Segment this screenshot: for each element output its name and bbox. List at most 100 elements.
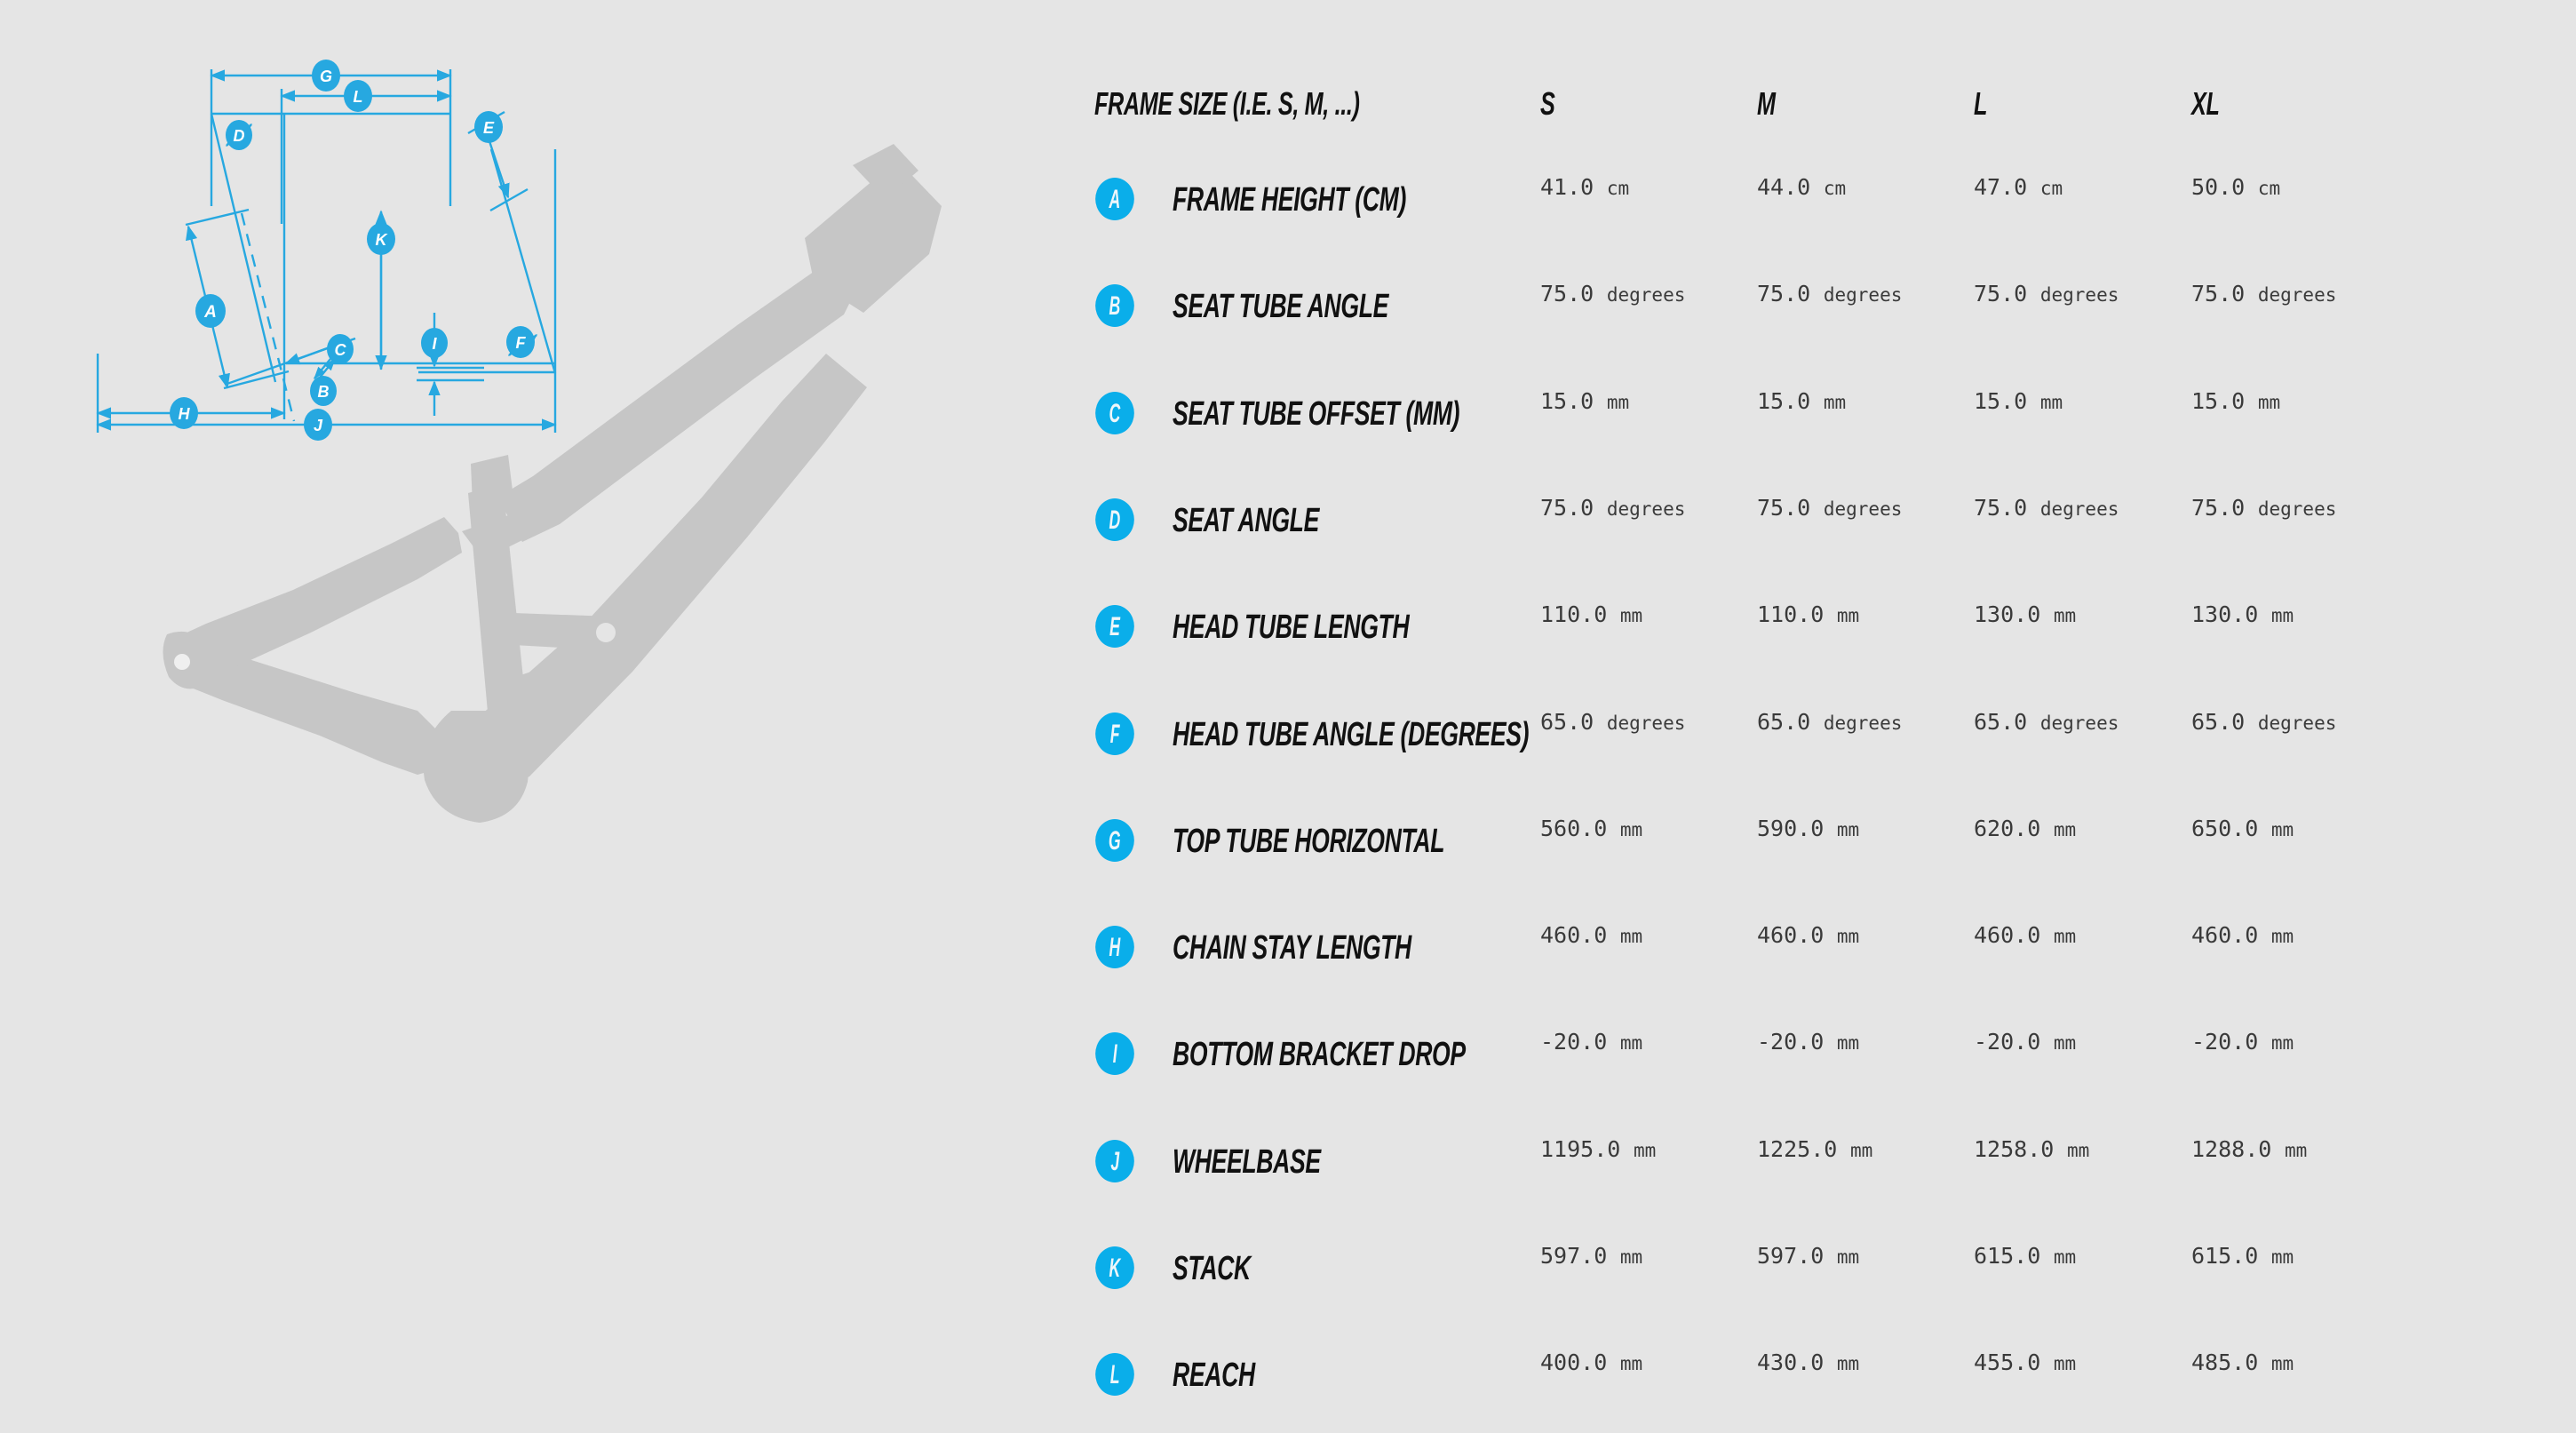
cell-value: -20.0 [2191, 1029, 2259, 1055]
cell-value: 75.0 [2191, 494, 2246, 521]
cell-unit: mm [1622, 1139, 1657, 1161]
cell-value: -20.0 [1974, 1029, 2041, 1055]
callout-letter-h: H [179, 405, 191, 423]
cell-unit: mm [2260, 818, 2294, 840]
callout-letter-c: C [335, 341, 347, 359]
cell-value: 41.0 [1540, 174, 1594, 200]
table-row: F HEAD TUBE ANGLE (DEGREES) 65.0 degrees 65… [1094, 693, 2576, 792]
cell-unit: mm [1609, 1032, 1643, 1055]
cell-d-l: 75.0 degrees [1974, 495, 2119, 521]
ext-line-e-bottom [489, 187, 529, 212]
callout-letter-g: G [320, 68, 332, 85]
cell-unit: degrees [2246, 284, 2337, 307]
cell-value: 75.0 [1540, 494, 1594, 521]
row-label-e: HEAD TUBE LENGTH [1173, 609, 1410, 647]
cell-l-xl: 485.0 mm [2191, 1349, 2294, 1375]
cell-e-s: 110.0 mm [1540, 601, 1642, 627]
cell-value: 597.0 [1540, 1243, 1608, 1269]
callout-letter-b: B [318, 383, 330, 401]
row-badge-letter: A [1109, 185, 1121, 214]
cell-unit: mm [1825, 818, 1860, 840]
cell-value: 560.0 [1540, 815, 1608, 841]
cell-value: 1258.0 [1974, 1135, 2055, 1162]
cell-unit: mm [2042, 1353, 2077, 1375]
cell-c-xl: 15.0 mm [2191, 388, 2280, 414]
callout-badge-g: G [312, 60, 340, 92]
callout-letter-j: J [314, 417, 323, 434]
callout-letter-d: D [234, 127, 245, 145]
row-badge-i: I [1095, 1032, 1134, 1076]
cell-value: 75.0 [1540, 281, 1594, 307]
cell-value: 110.0 [1757, 601, 1825, 628]
cell-value: 75.0 [2191, 281, 2246, 307]
row-label-c: SEAT TUBE OFFSET (MM) [1173, 394, 1460, 433]
cell-value: -20.0 [1757, 1029, 1825, 1055]
cell-h-s: 460.0 mm [1540, 922, 1642, 948]
cell-value: 47.0 [1974, 174, 2028, 200]
cell-l-l: 455.0 mm [1974, 1349, 2076, 1375]
cell-unit: mm [1609, 818, 1643, 840]
cell-value: 455.0 [1974, 1349, 2041, 1376]
table-row: B SEAT TUBE ANGLE 75.0 degrees 75.0 degrees… [1094, 265, 2576, 364]
cell-d-m: 75.0 degrees [1757, 495, 1902, 521]
row-badge-b: B [1095, 284, 1134, 328]
table-row: C SEAT TUBE OFFSET (MM) 15.0 mm 15.0 mm 15.0… [1094, 372, 2576, 472]
cell-value: 15.0 [1757, 387, 1811, 414]
callout-badge-e: E [474, 111, 503, 143]
cell-g-xl: 650.0 mm [2191, 816, 2294, 841]
row-badge-letter: G [1109, 825, 1121, 856]
cell-unit: mm [2260, 1353, 2294, 1375]
cell-unit: degrees [1595, 712, 1686, 734]
row-badge-letter: H [1109, 933, 1121, 963]
callout-letter-k: K [376, 231, 389, 249]
cell-value: 1225.0 [1757, 1135, 1838, 1162]
callout-badge-i: I [421, 328, 448, 358]
table-row: D SEAT ANGLE 75.0 degrees 75.0 degrees 75.0 … [1094, 479, 2576, 578]
cell-unit: mm [2246, 391, 2281, 413]
cell-unit: mm [2260, 1032, 2294, 1055]
cell-g-l: 620.0 mm [1974, 816, 2076, 841]
cell-value: 50.0 [2191, 174, 2246, 200]
cell-k-s: 597.0 mm [1540, 1243, 1642, 1269]
cell-unit: mm [1825, 926, 1860, 948]
row-badge-letter: L [1109, 1360, 1120, 1390]
cell-unit: degrees [1812, 498, 1903, 520]
cell-unit: mm [1609, 926, 1643, 948]
cell-h-xl: 460.0 mm [2191, 922, 2294, 948]
cell-unit: mm [1609, 605, 1643, 627]
geometry-chart-page: A B C D E F G H I J K L FRAME SIZE (I.E.… [0, 0, 2576, 1421]
cell-value: 75.0 [1974, 494, 2028, 521]
column-header-l: L [1974, 85, 1988, 122]
row-badge-a: A [1095, 178, 1134, 220]
frame-geometry-diagram: A B C D E F G H I J K L [0, 0, 1057, 1421]
cell-value: 460.0 [1757, 922, 1825, 949]
cell-value: 110.0 [1540, 601, 1608, 628]
table-row: K STACK 597.0 mm 597.0 mm 615.0 mm 615.0 mm [1094, 1227, 2576, 1326]
cell-unit: mm [1609, 1353, 1643, 1375]
cell-unit: mm [2042, 926, 2077, 948]
cell-value: 597.0 [1757, 1243, 1825, 1269]
table-row: G TOP TUBE HORIZONTAL 560.0 mm 590.0 mm 620.… [1094, 800, 2576, 899]
row-badge-g: G [1095, 818, 1134, 862]
cell-g-m: 590.0 mm [1757, 816, 1859, 841]
cell-value: 485.0 [2191, 1349, 2259, 1376]
cell-value: 620.0 [1974, 815, 2041, 841]
cell-h-m: 460.0 mm [1757, 922, 1859, 948]
cell-unit: mm [1839, 1139, 1873, 1161]
row-badge-e: E [1095, 605, 1134, 649]
cell-f-m: 65.0 degrees [1757, 709, 1902, 735]
column-header-xl: XL [2191, 85, 2220, 122]
cell-unit: cm [2246, 178, 2281, 199]
cell-l-m: 430.0 mm [1757, 1349, 1859, 1375]
cell-value: 590.0 [1757, 815, 1825, 841]
cell-unit: mm [1609, 1246, 1643, 1268]
cell-unit: degrees [1812, 712, 1903, 734]
cell-value: 400.0 [1540, 1349, 1608, 1376]
callout-letter-l: L [354, 88, 363, 106]
cell-value: 615.0 [1974, 1243, 2041, 1269]
cell-value: 65.0 [2191, 708, 2246, 735]
callout-badge-h: H [170, 397, 198, 429]
cell-b-s: 75.0 degrees [1540, 281, 1685, 307]
cell-b-xl: 75.0 degrees [2191, 281, 2336, 307]
cell-unit: degrees [2246, 498, 2337, 520]
